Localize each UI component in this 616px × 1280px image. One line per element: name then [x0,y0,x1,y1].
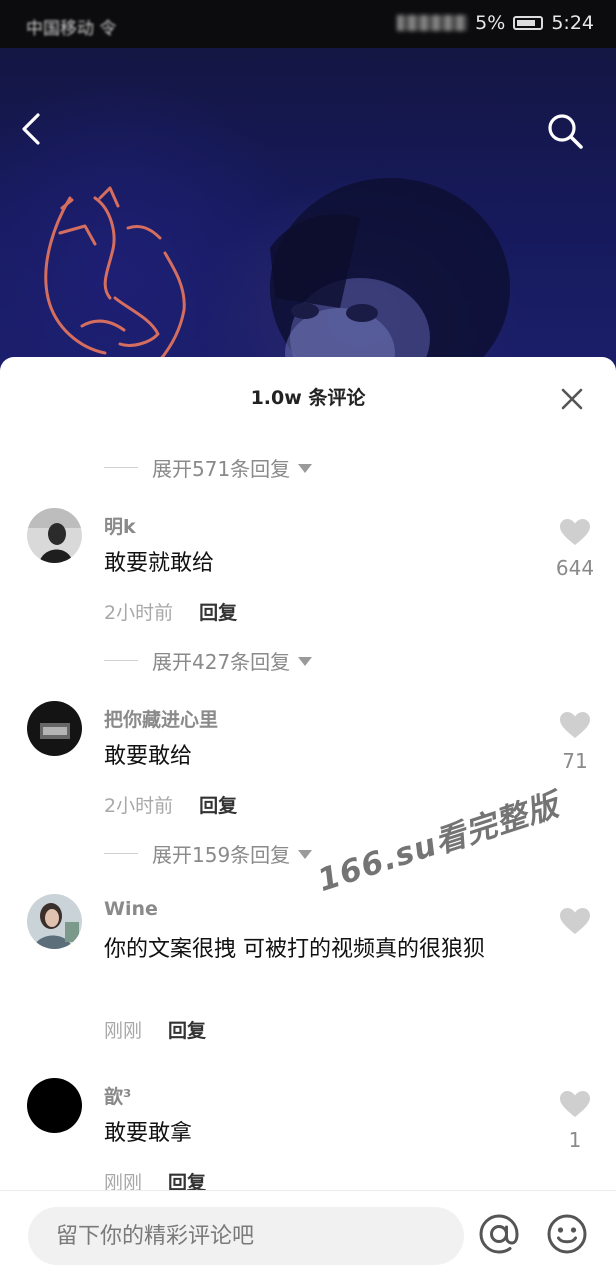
expand-replies-button[interactable]: 展开427条回复 [104,645,313,675]
video-frame [44,178,510,378]
heart-icon [560,712,590,738]
clock: 5:24 [551,12,594,34]
avatar[interactable] [27,1078,82,1133]
signal-icon [397,15,468,31]
expand-replies-label: 展开427条回复 [152,649,291,674]
reply-button[interactable]: 回复 [199,602,237,624]
comment-time: 2小时前 [104,795,174,817]
emoji-button[interactable] [544,1211,590,1257]
comment-text: 敢要就敢给 [104,551,215,576]
user-avatar-image [27,894,82,949]
comment-username[interactable]: Wine [104,898,158,920]
close-button[interactable] [552,379,592,419]
mention-button[interactable] [476,1211,522,1257]
expand-replies-button[interactable]: 展开159条回复 [104,838,313,868]
like-button[interactable]: 1 [548,1090,602,1152]
comment-text: 敢要敢给 [104,744,193,769]
heart-icon [560,1091,590,1117]
like-count: 644 [555,556,595,580]
caret-down-icon [298,656,313,666]
search-button[interactable] [546,112,590,156]
reply-button[interactable]: 回复 [199,795,237,817]
caret-down-icon [298,463,313,473]
comment-text: 你的文案很拽 可被打的视频真的很狼狈 [104,937,485,962]
comments-count-title: 1.0w 条评论 [250,387,366,409]
close-icon [561,388,583,410]
search-icon [548,114,583,149]
expand-replies-label: 展开571条回复 [152,456,291,481]
video-player[interactable] [0,48,616,378]
like-count: 1 [568,1128,582,1152]
expand-replies-label: 展开159条回复 [152,842,291,867]
divider-line [104,466,138,468]
like-count: 71 [562,749,588,773]
heart-icon [560,908,590,934]
chevron-left-icon [22,113,40,145]
comment-meta: 2小时前 回复 [104,598,237,625]
expand-replies-button[interactable]: 展开571条回复 [104,452,313,482]
carrier-label: 中国移动 令 [26,19,117,39]
status-right: 5% 5:24 [397,12,594,34]
comment-username[interactable]: 歆³ [104,1082,131,1109]
comment-input-bar [0,1190,616,1280]
user-avatar-image [27,508,82,563]
heart-icon [560,519,590,545]
status-bar: 中国移动 令 5% 5:24 [0,0,616,48]
comment-meta: 2小时前 回复 [104,791,237,818]
avatar[interactable] [27,701,82,756]
battery-percent: 5% [475,12,506,34]
like-button[interactable]: 644 [548,518,602,580]
reply-button[interactable]: 回复 [168,1020,206,1042]
avatar[interactable] [27,894,82,949]
user-avatar-image [27,701,82,756]
back-button[interactable] [18,112,62,156]
like-button[interactable]: 71 [548,711,602,773]
divider-line [104,852,138,854]
like-button[interactable] [548,907,602,945]
user-avatar-image [27,1078,82,1133]
comment-username[interactable]: 明k [104,512,136,539]
battery-icon [513,16,544,30]
comment-meta: 刚刚 回复 [104,1016,206,1043]
comment-text: 敢要敢拿 [104,1121,193,1146]
comment-username[interactable]: 把你藏进心里 [104,705,218,732]
comment-input[interactable] [28,1207,464,1265]
at-icon [479,1214,519,1254]
comment-time: 2小时前 [104,602,174,624]
divider-line [104,659,138,661]
comment-time: 刚刚 [104,1020,143,1042]
emoji-icon [547,1214,587,1254]
avatar[interactable] [27,508,82,563]
